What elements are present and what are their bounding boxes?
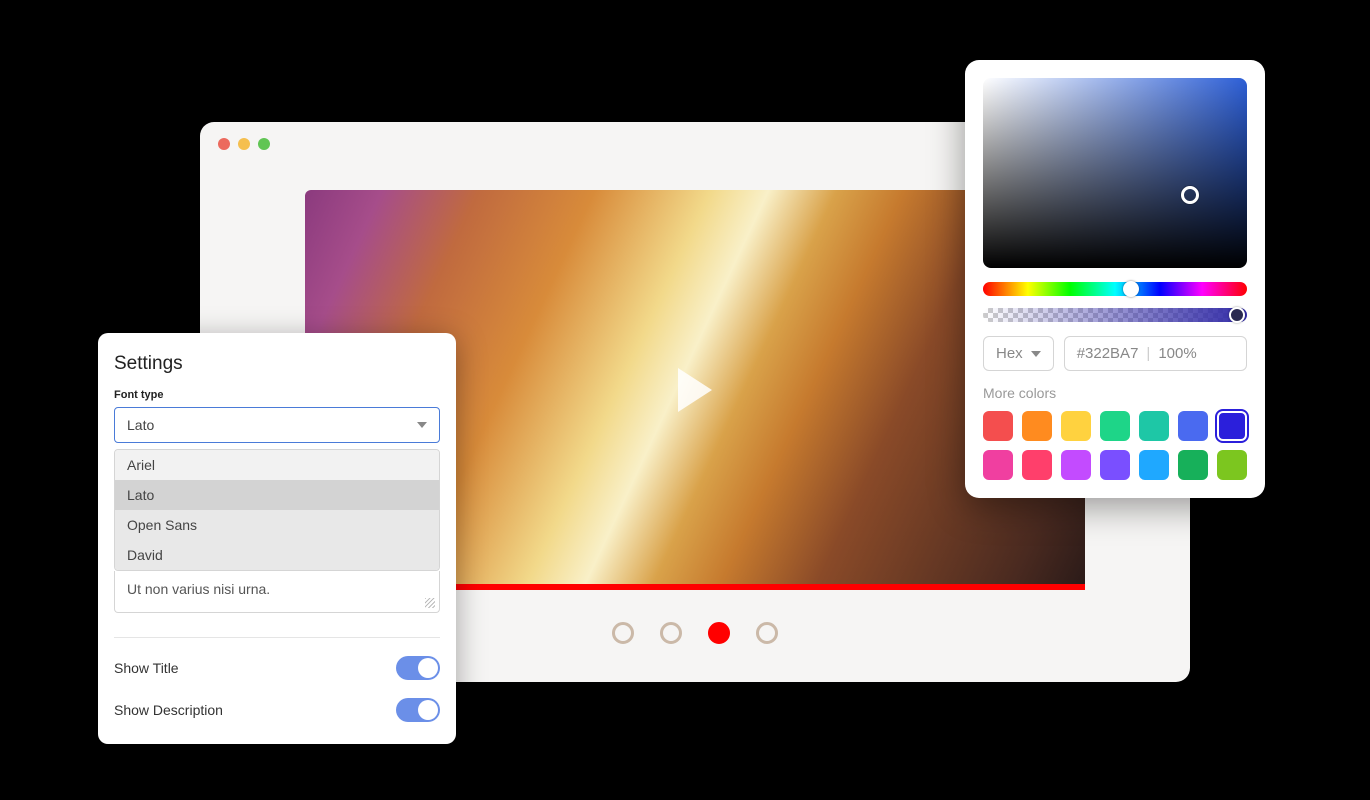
color-picker-panel: Hex #322BA7 | 100% More colors [965, 60, 1265, 498]
hue-slider[interactable] [983, 282, 1247, 296]
swatch-grid [983, 411, 1247, 480]
color-format-label: Hex [996, 345, 1023, 362]
more-colors-label: More colors [983, 385, 1247, 401]
show-description-toggle[interactable] [396, 698, 440, 722]
color-format-select[interactable]: Hex [983, 336, 1054, 371]
pager-dot-2[interactable] [660, 622, 682, 644]
font-option[interactable]: David [115, 540, 439, 570]
description-text: Ut non varius nisi urna. [127, 581, 270, 597]
color-swatch[interactable] [1100, 450, 1130, 480]
font-type-dropdown: Ariel Lato Open Sans David [114, 449, 440, 571]
color-saturation-field[interactable] [983, 78, 1247, 268]
toggle-knob [418, 700, 438, 720]
font-type-select[interactable]: Lato [114, 407, 440, 443]
hue-thumb[interactable] [1123, 281, 1139, 297]
hex-value: #322BA7 [1077, 345, 1139, 362]
color-swatch[interactable] [1217, 450, 1247, 480]
color-swatch[interactable] [1061, 450, 1091, 480]
color-swatch[interactable] [1100, 411, 1130, 441]
chevron-down-icon [1031, 351, 1041, 357]
pager-dot-3[interactable] [708, 622, 730, 644]
window-controls [218, 138, 270, 150]
show-description-row: Show Description [98, 680, 456, 722]
opacity-value: 100% [1158, 345, 1196, 362]
font-type-label: Font type [98, 389, 456, 407]
color-swatch[interactable] [1139, 411, 1169, 441]
color-swatch[interactable] [983, 450, 1013, 480]
color-value-input[interactable]: #322BA7 | 100% [1064, 336, 1247, 371]
pager-dot-4[interactable] [756, 622, 778, 644]
show-title-row: Show Title [98, 638, 456, 680]
color-swatch[interactable] [1022, 411, 1052, 441]
color-swatch[interactable] [1061, 411, 1091, 441]
color-swatch[interactable] [1217, 411, 1247, 441]
pager-dot-1[interactable] [612, 622, 634, 644]
close-window-button[interactable] [218, 138, 230, 150]
settings-title: Settings [98, 353, 456, 389]
color-value-row: Hex #322BA7 | 100% [983, 336, 1247, 371]
maximize-window-button[interactable] [258, 138, 270, 150]
color-swatch[interactable] [983, 411, 1013, 441]
play-icon[interactable] [678, 368, 712, 412]
color-swatch[interactable] [1178, 411, 1208, 441]
resize-handle-icon[interactable] [425, 598, 435, 608]
chevron-down-icon [417, 422, 427, 428]
font-option[interactable]: Open Sans [115, 510, 439, 540]
color-swatch[interactable] [1139, 450, 1169, 480]
color-swatch[interactable] [1022, 450, 1052, 480]
font-option[interactable]: Ariel [115, 450, 439, 480]
show-title-toggle[interactable] [396, 656, 440, 680]
settings-panel: Settings Font type Lato Ariel Lato Open … [98, 333, 456, 744]
description-textarea[interactable]: Ut non varius nisi urna. [114, 571, 440, 613]
show-description-label: Show Description [114, 702, 223, 718]
opacity-thumb[interactable] [1229, 307, 1245, 323]
font-option[interactable]: Lato [115, 480, 439, 510]
toggle-knob [418, 658, 438, 678]
font-type-selected: Lato [127, 417, 154, 433]
opacity-slider[interactable] [983, 308, 1247, 322]
minimize-window-button[interactable] [238, 138, 250, 150]
show-title-label: Show Title [114, 660, 179, 676]
color-cursor[interactable] [1181, 186, 1199, 204]
color-swatch[interactable] [1178, 450, 1208, 480]
slide-pager [612, 622, 778, 644]
separator: | [1146, 345, 1150, 362]
